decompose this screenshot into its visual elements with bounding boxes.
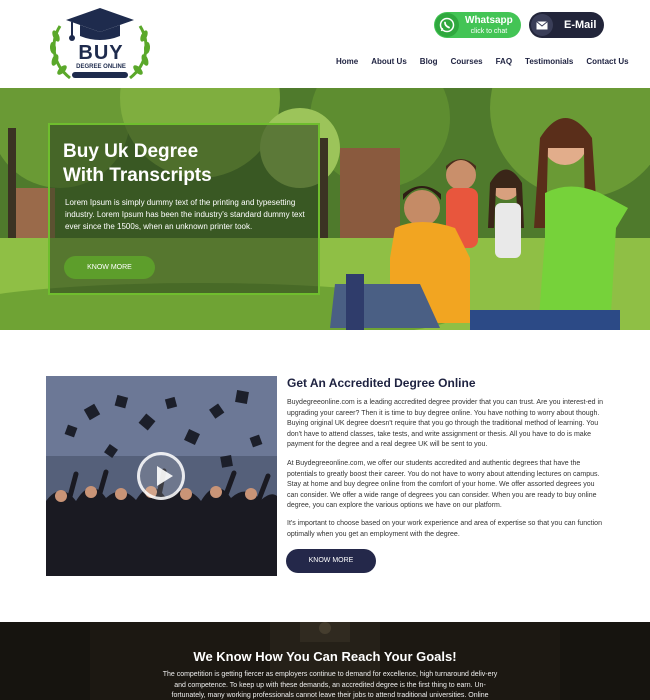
hero-description: Lorem Ipsum is simply dummy text of the …: [65, 198, 305, 231]
envelope-icon: [531, 14, 553, 36]
site-header: BUY DEGREE ONLINE Whatsapp click to chat…: [0, 0, 650, 88]
nav-testimonials[interactable]: Testimonials: [525, 57, 573, 66]
goals-text: The competition is getting fiercer as em…: [162, 671, 498, 699]
about-know-more-button[interactable]: KNOW MORE: [286, 549, 376, 573]
whatsapp-text: Whatsapp click to chat: [465, 14, 513, 35]
nav-blog[interactable]: Blog: [420, 57, 438, 66]
hero-know-more-button[interactable]: KNOW MORE: [64, 256, 155, 279]
goals-title: We Know How You Can Reach Your Goals!: [193, 649, 457, 664]
main-nav: Home About Us Blog Courses FAQ Testimoni…: [336, 57, 629, 66]
logo-title: BUY: [78, 42, 124, 64]
email-button[interactable]: E-Mail: [529, 12, 604, 38]
goals-section: We Know How You Can Reach Your Goals! Th…: [0, 622, 650, 700]
whatsapp-button[interactable]: Whatsapp click to chat: [434, 12, 521, 38]
hero-text-box: Buy Uk Degree With Transcripts Lorem Ips…: [48, 123, 320, 295]
logo-subtitle: DEGREE ONLINE: [76, 64, 126, 70]
about-paragraph-2: At Buydegreeonline.com, we offer our stu…: [287, 460, 600, 509]
nav-courses[interactable]: Courses: [451, 57, 483, 66]
hero-title-line2: With Transcripts: [63, 165, 212, 186]
hero-banner: Buy Uk Degree With Transcripts Lorem Ips…: [0, 88, 650, 330]
whatsapp-icon: [435, 13, 459, 37]
site-logo[interactable]: BUY DEGREE ONLINE: [48, 6, 152, 82]
whatsapp-sublabel: click to chat: [470, 27, 508, 35]
nav-contact-us[interactable]: Contact Us: [586, 57, 628, 66]
nav-about-us[interactable]: About Us: [371, 57, 407, 66]
about-paragraph-3: It's important to choose based on your w…: [287, 520, 602, 538]
about-title: Get An Accredited Degree Online: [287, 376, 476, 390]
email-label: E-Mail: [564, 19, 597, 31]
hero-title-line1: Buy Uk Degree: [63, 141, 199, 162]
nav-home[interactable]: Home: [336, 57, 358, 66]
about-paragraph-1: Buydegreeonline.com is a leading accredi…: [287, 399, 603, 448]
nav-faq[interactable]: FAQ: [496, 57, 512, 66]
whatsapp-label: Whatsapp: [465, 14, 513, 26]
play-icon[interactable]: [137, 452, 185, 500]
hero-title: Buy Uk Degree With Transcripts: [63, 140, 212, 188]
